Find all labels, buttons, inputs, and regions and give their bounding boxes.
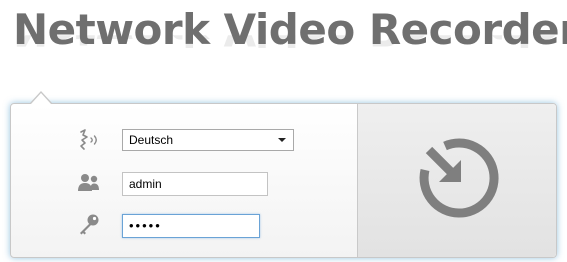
login-arrow-icon: [419, 138, 499, 218]
chevron-down-icon: [278, 138, 286, 142]
speech-language-icon: [80, 129, 97, 150]
login-button[interactable]: [357, 104, 556, 257]
key-icon: [80, 214, 99, 235]
users-icon: [78, 174, 99, 191]
language-select[interactable]: Deutsch: [122, 129, 294, 151]
panel-pointer-fill: [31, 93, 51, 104]
language-selected-value: Deutsch: [129, 133, 174, 147]
username-input[interactable]: admin: [122, 172, 268, 196]
password-input[interactable]: •••••: [122, 214, 260, 238]
